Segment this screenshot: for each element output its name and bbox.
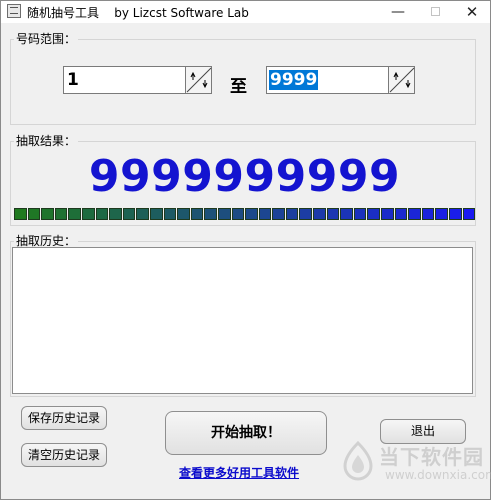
progress-segment	[367, 208, 381, 220]
watermark-url: www.downxia.com	[385, 468, 491, 482]
progress-segment	[149, 208, 163, 220]
progress-segment	[435, 208, 448, 220]
range-from-spin-button[interactable]	[185, 67, 212, 93]
progress-segment	[190, 208, 204, 220]
progress-segment	[68, 208, 81, 220]
progress-segment	[272, 208, 285, 220]
progress-segment	[408, 208, 421, 220]
range-group-label: 号码范围：	[14, 32, 79, 46]
progress-segment	[231, 208, 245, 220]
app-window: 随机抽号工具 by Lizcst Software Lab — ✕ 号码范围： …	[0, 0, 491, 500]
progress-segment	[14, 208, 27, 220]
result-number: 9999999999	[88, 151, 401, 202]
clear-history-button[interactable]: 清空历史记录	[21, 443, 107, 467]
progress-segment	[258, 208, 272, 220]
minimize-button[interactable]: —	[378, 1, 418, 23]
range-to-spin-button[interactable]	[388, 67, 415, 93]
range-from-value[interactable]: 1	[67, 70, 79, 90]
range-to-label: 至	[230, 77, 247, 97]
watermark-name: 当下软件园	[379, 445, 484, 469]
progress-segment	[285, 208, 299, 220]
progress-segment	[299, 208, 313, 220]
minimize-icon: —	[391, 4, 405, 20]
progress-segment	[177, 208, 190, 220]
maximize-icon	[430, 7, 440, 16]
maximize-button[interactable]	[415, 1, 455, 23]
progress-segment	[109, 208, 122, 220]
result-progress-bar	[14, 208, 476, 220]
progress-segment	[340, 208, 353, 220]
progress-segment	[136, 208, 149, 220]
progress-segment	[163, 208, 177, 220]
progress-segment	[421, 208, 435, 220]
progress-segment	[381, 208, 394, 220]
history-group-label: 抽取历史：	[14, 234, 79, 248]
progress-segment	[217, 208, 231, 220]
progress-segment	[27, 208, 41, 220]
title-bar[interactable]: 随机抽号工具 by Lizcst Software Lab — ✕	[1, 1, 490, 23]
downxia-logo-icon	[343, 441, 373, 481]
progress-segment	[122, 208, 136, 220]
progress-segment	[204, 208, 217, 220]
progress-segment	[353, 208, 367, 220]
start-draw-button[interactable]: 开始抽取！	[165, 411, 327, 455]
close-icon: ✕	[465, 3, 479, 21]
watermark: 当下软件园 www.downxia.com	[339, 437, 491, 497]
app-window-icon	[7, 4, 21, 18]
progress-segment	[462, 208, 476, 220]
save-history-button[interactable]: 保存历史记录	[21, 406, 107, 430]
range-from-spinner[interactable]: 1	[63, 66, 212, 94]
range-to-value[interactable]: 9999	[269, 70, 319, 90]
progress-segment	[394, 208, 408, 220]
progress-segment	[95, 208, 109, 220]
more-tools-link[interactable]: 查看更多好用工具软件	[179, 464, 299, 481]
progress-segment	[313, 208, 326, 220]
progress-segment	[41, 208, 54, 220]
close-button[interactable]: ✕	[452, 1, 491, 23]
result-group-label: 抽取结果：	[14, 134, 79, 148]
progress-segment	[245, 208, 258, 220]
progress-segment	[81, 208, 95, 220]
progress-segment	[326, 208, 340, 220]
range-to-spinner[interactable]: 9999	[266, 66, 415, 94]
progress-segment	[449, 208, 462, 220]
progress-segment	[54, 208, 68, 220]
spin-arrows-icon	[389, 67, 415, 93]
history-list[interactable]	[12, 247, 473, 394]
spin-arrows-icon	[186, 67, 212, 93]
window-title: 随机抽号工具 by Lizcst Software Lab	[27, 6, 249, 20]
